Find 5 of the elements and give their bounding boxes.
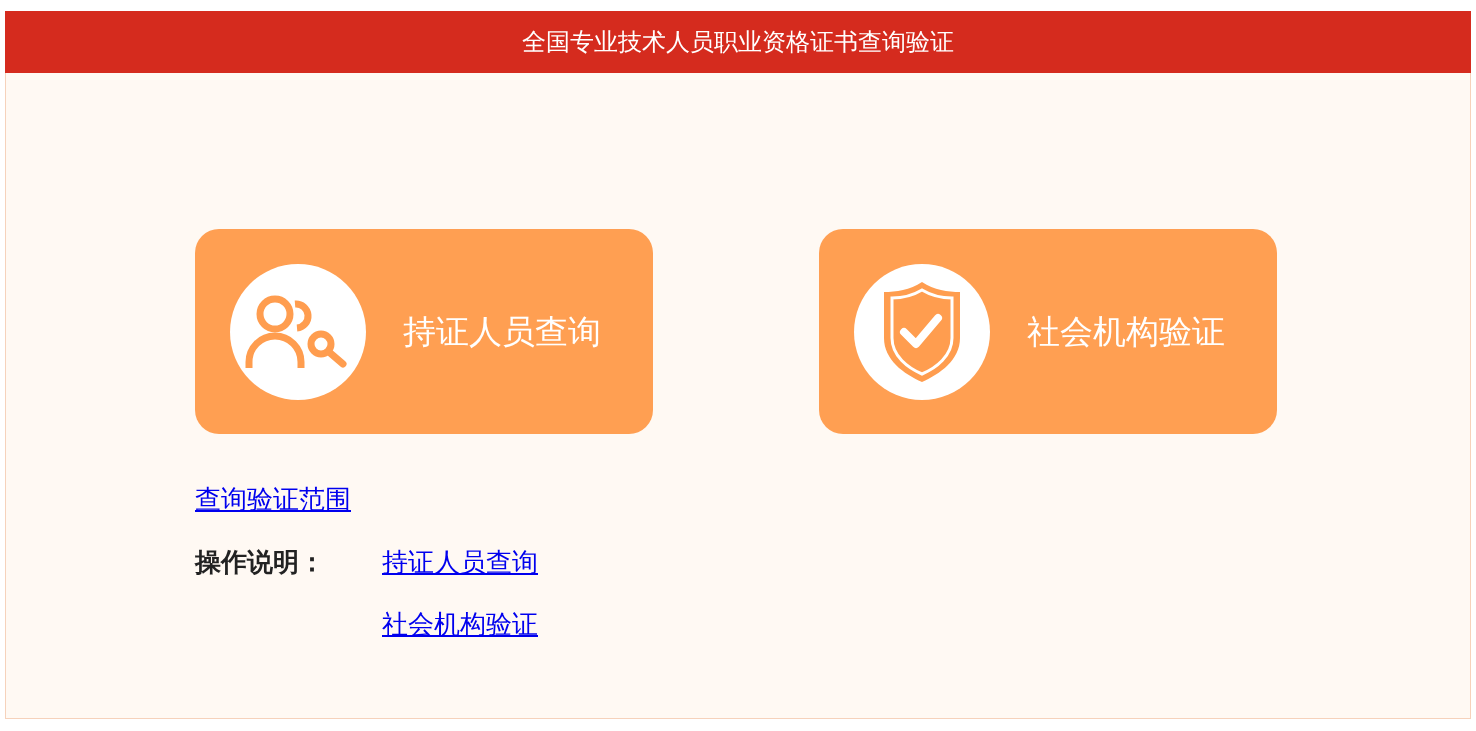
scope-link[interactable]: 查询验证范围 bbox=[195, 485, 351, 514]
instruction-link[interactable]: 持证人员查询 bbox=[382, 545, 538, 581]
instructions-label: 操作说明： bbox=[195, 547, 326, 579]
instruction-link[interactable]: 社会机构验证 bbox=[382, 607, 538, 643]
page-title: 全国专业技术人员职业资格证书查询验证 bbox=[522, 28, 954, 57]
